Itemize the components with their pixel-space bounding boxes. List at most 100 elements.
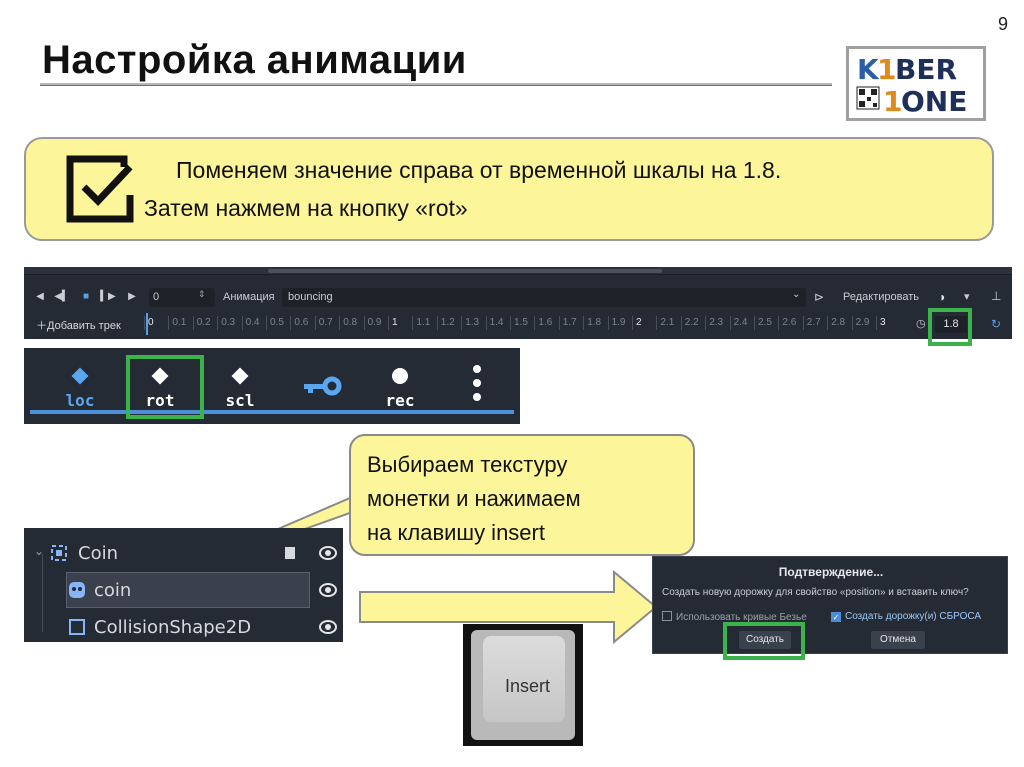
timeline-tick: 2.5 <box>754 316 772 330</box>
scl-label: scl <box>226 391 255 410</box>
keycap-top: Insert <box>483 636 565 722</box>
checkbox-empty-icon[interactable] <box>662 611 672 621</box>
timeline-tick: 0.9 <box>363 316 382 330</box>
timeline-tick: 2.9 <box>851 316 870 330</box>
script-icon[interactable] <box>284 546 296 560</box>
tree-guide-line <box>42 554 43 632</box>
autoplay-icon[interactable]: ⊳ <box>814 290 824 304</box>
svg-text:BER: BER <box>895 53 957 86</box>
keycap: Insert <box>471 630 575 740</box>
timeline-tick: 1.1 <box>412 316 430 330</box>
stopwatch-icon: ◷ <box>916 318 926 330</box>
sprite-icon <box>69 582 85 598</box>
animation-menu-label[interactable]: Анимация <box>223 291 275 303</box>
timeline-tick: 2.7 <box>802 316 821 330</box>
chevron-down-icon[interactable]: ⌄ <box>792 289 800 300</box>
timeline-tick: 2.3 <box>705 316 723 330</box>
play-backwards-icon[interactable]: ◀ <box>32 289 48 305</box>
tree-label-coin-node: Coin <box>78 543 118 564</box>
timeline-tick: 0.3 <box>217 316 235 330</box>
timeline-tick: 1.5 <box>510 316 528 330</box>
reset-track-checkbox[interactable]: ✓ Создать дорожку(и) СБРОСА <box>831 611 981 622</box>
instruction-line-1: Поменяем значение справа от временной шк… <box>176 157 782 183</box>
timeline-tick: 2.4 <box>729 316 748 330</box>
confirmation-dialog: Подтверждение... Создать новую дорожку д… <box>652 556 1008 654</box>
highlight-frame-length <box>928 308 972 346</box>
more-options-icon[interactable] <box>472 364 482 408</box>
animation-select[interactable]: bouncing <box>282 288 806 307</box>
play-backwards-start-icon[interactable]: ◀▍ <box>54 289 70 305</box>
timeline-tick: 2.6 <box>778 316 796 330</box>
timeline-tick: 0.5 <box>266 316 284 330</box>
tree-row-collision-shape[interactable]: CollisionShape2D <box>24 610 343 644</box>
timeline-tick: 1.4 <box>485 316 504 330</box>
keyboard-insert-key: Insert <box>463 624 583 746</box>
callout-line-3: на клавишу insert <box>367 520 545 545</box>
dialog-message: Создать новую дорожку для свойство «posi… <box>662 587 969 598</box>
visibility-eye-icon[interactable] <box>319 544 337 562</box>
tree-label-collision-shape: CollisionShape2D <box>94 617 252 638</box>
play-icon[interactable]: ▶ <box>124 289 140 305</box>
timeline-tick: 2.2 <box>680 316 699 330</box>
horizontal-scrollbar[interactable] <box>24 267 1012 275</box>
svg-text:1: 1 <box>877 53 896 86</box>
playhead[interactable] <box>146 313 148 335</box>
animation-panel: ◀ ◀▍ ■ ▍▶ ▶ 0 ⇕ Анимация bouncing ⌄ ⊳ Ре… <box>24 267 1012 339</box>
timeline-tick: 1.6 <box>534 316 552 330</box>
checkbox-checked-icon[interactable]: ✓ <box>831 612 841 622</box>
title-divider <box>40 83 832 86</box>
tree-label-coin-sprite: coin <box>94 580 132 601</box>
timeline-tick: 2.8 <box>827 316 845 330</box>
timeline-tick: 0.1 <box>168 316 186 330</box>
timeline-tick: 1 <box>388 316 398 330</box>
timeline-tick: 1.2 <box>436 316 455 330</box>
chevron-down-icon[interactable]: ▾ <box>964 290 970 303</box>
loc-button[interactable]: loc <box>56 356 112 410</box>
loop-icon[interactable]: ↻ <box>991 317 1001 331</box>
instruction-box: Поменяем значение справа от временной шк… <box>24 137 994 241</box>
tree-row-coin-node[interactable]: ⌄ Coin <box>24 536 343 570</box>
instruction-line-2: Затем нажмем на кнопку «rot» <box>144 195 468 221</box>
timeline-tick: 1.7 <box>558 316 577 330</box>
slide-title: Настройка анимации <box>42 38 467 82</box>
key-icon <box>304 376 342 396</box>
timeline-tick: 1.9 <box>607 316 626 330</box>
stop-icon[interactable]: ■ <box>78 289 94 305</box>
insert-key-label: Insert <box>505 676 551 696</box>
timeline-tick: 1.3 <box>461 316 479 330</box>
timeline-ruler[interactable]: 0 0.1 0.2 0.3 0.4 0.5 0.6 0.7 0.8 0.9 1 1.1 1.2 1.3 1.… <box>144 316 914 332</box>
page-number: 9 <box>998 14 1009 34</box>
shape-icon <box>69 619 85 635</box>
add-track-label: Добавить трек <box>47 320 121 332</box>
kiberone-logo: K 1 BER 1 ONE <box>846 46 986 121</box>
scene-tree-panel: ⌄ Coin coin CollisionShape2D <box>24 528 343 642</box>
edit-button[interactable]: Редактировать <box>836 288 926 307</box>
rec-button[interactable]: rec <box>376 356 432 410</box>
timeline-tick: 0.2 <box>192 316 211 330</box>
callout-line-2: монетки и нажимаем <box>367 486 581 511</box>
callout-text: Выбираем текстуру монетки и нажимаем на … <box>367 448 581 550</box>
timeline-tick: 0.6 <box>290 316 308 330</box>
dialog-title: Подтверждение... <box>778 565 884 579</box>
loc-label: loc <box>66 391 95 410</box>
highlight-create-button <box>723 622 805 660</box>
svg-text:1: 1 <box>883 85 902 118</box>
timeline-tick: 0.8 <box>339 316 357 330</box>
onion-skin-icon[interactable]: ◑ <box>938 290 945 304</box>
visibility-eye-icon[interactable] <box>319 618 337 636</box>
spin-arrows-icon[interactable]: ⇕ <box>198 289 206 300</box>
highlight-rot-button <box>126 355 204 419</box>
timeline-tick: 0.7 <box>314 316 333 330</box>
play-start-icon[interactable]: ▍▶ <box>100 289 116 305</box>
tree-row-coin-sprite[interactable]: coin <box>24 573 343 607</box>
add-track-button[interactable]: ＋Добавить трек <box>36 317 121 333</box>
scrollbar-thumb[interactable] <box>268 269 662 273</box>
timeline-tick: 2 <box>632 316 642 330</box>
timeline-tick: 0.4 <box>241 316 260 330</box>
cancel-button[interactable]: Отмена <box>871 631 925 649</box>
panel-accent-line <box>30 410 514 414</box>
pin-icon[interactable]: ⊥ <box>991 289 1001 303</box>
insert-key-button[interactable] <box>296 356 352 410</box>
scl-button[interactable]: scl <box>216 356 272 410</box>
visibility-eye-icon[interactable] <box>319 581 337 599</box>
